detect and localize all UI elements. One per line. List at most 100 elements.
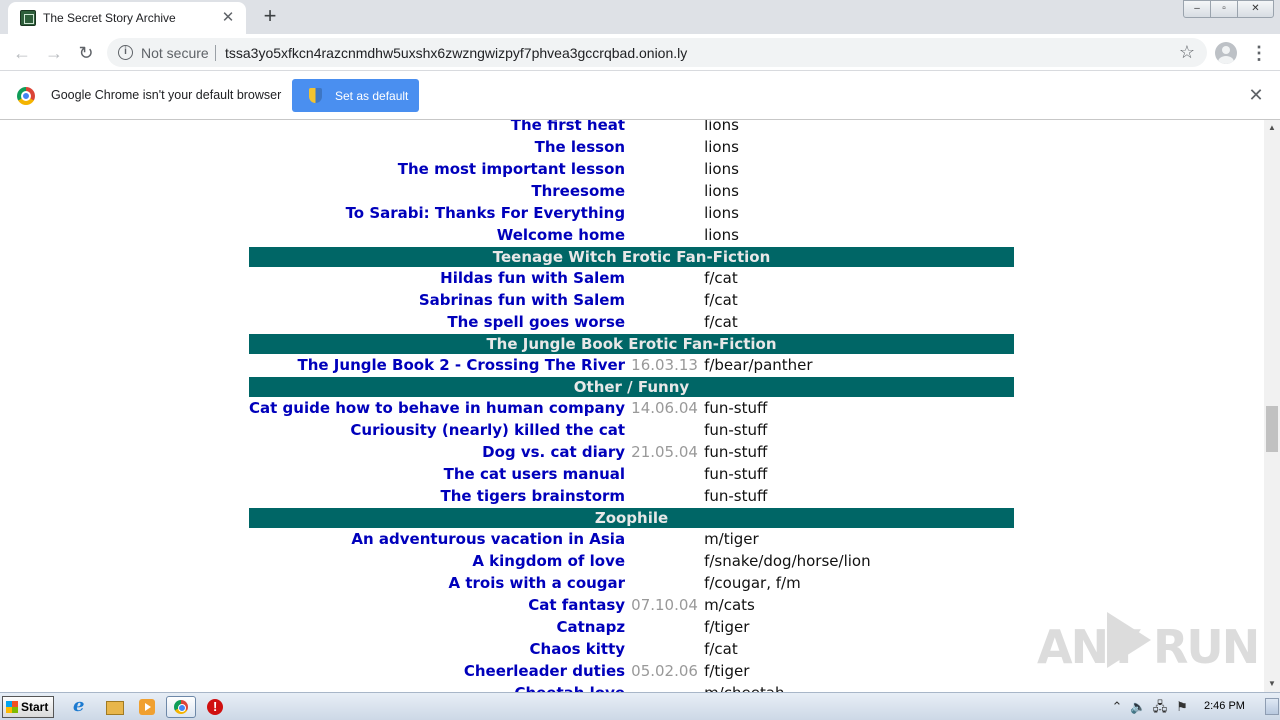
story-row: A trois with a cougar f/cougar, f/m (249, 572, 1014, 594)
story-row: Hildas fun with Salem f/cat (249, 267, 1014, 289)
story-title-link[interactable]: The spell goes worse (249, 311, 625, 334)
story-date: 14.06.04 (631, 399, 698, 417)
story-tags: lions (704, 182, 739, 200)
set-as-default-label: Set as default (335, 89, 409, 103)
story-row: Catnapz f/tiger (249, 616, 1014, 638)
story-tags: lions (704, 204, 739, 222)
network-icon[interactable]: 🖧 (1152, 699, 1168, 715)
story-title-link[interactable]: Welcome home (249, 224, 625, 247)
story-tags: lions (704, 160, 739, 178)
url-text[interactable]: tssa3yo5xfkcn4razcnmdhw5uxshx6zwzngwizpy… (225, 45, 687, 61)
address-bar[interactable]: i Not secure tssa3yo5xfkcn4razcnmdhw5uxs… (107, 38, 1207, 67)
story-title-link[interactable]: A trois with a cougar (249, 572, 626, 594)
story-title-link[interactable]: The tigers brainstorm (249, 485, 625, 508)
browser-tab[interactable]: The Secret Story Archive ✕ (8, 2, 246, 34)
story-date (625, 550, 704, 572)
security-status[interactable]: Not secure (141, 45, 209, 61)
story-title-link[interactable]: Sabrinas fun with Salem (249, 289, 625, 311)
story-date (625, 136, 704, 158)
story-title-link[interactable]: Cheetah love (249, 682, 625, 692)
reload-button[interactable]: ↻ (73, 40, 99, 66)
story-row: Welcome home lions (249, 224, 1014, 247)
scroll-up-arrow-icon[interactable]: ▲ (1264, 120, 1280, 136)
story-table: The first heat lions The lesson lions The mo… (249, 120, 1014, 692)
story-title-link[interactable]: To Sarabi: Thanks For Everything (249, 202, 626, 224)
story-date (625, 120, 704, 136)
story-title-link[interactable]: Curiousity (nearly) killed the cat (249, 419, 625, 441)
bookmark-star-icon[interactable]: ☆ (1179, 42, 1195, 63)
vertical-scrollbar[interactable]: ▲ ▼ (1264, 120, 1280, 692)
story-date (625, 158, 704, 180)
story-title-link[interactable]: A kingdom of love (249, 550, 625, 572)
new-tab-button[interactable]: + (258, 5, 282, 29)
tab-title: The Secret Story Archive (43, 11, 176, 25)
story-title-link[interactable]: The Jungle Book 2 - Crossing The River (249, 354, 626, 377)
story-title-link[interactable]: Chaos kitty (249, 638, 626, 660)
story-row: The most important lesson lions (249, 158, 1014, 180)
story-title-link[interactable]: Cat fantasy (249, 594, 625, 616)
story-title-link[interactable]: Catnapz (249, 616, 625, 638)
chrome-logo-icon (17, 87, 35, 105)
story-tags: f/tiger (704, 662, 750, 680)
story-title-link[interactable]: The lesson (249, 136, 625, 158)
story-title-link[interactable]: Dog vs. cat diary (249, 441, 625, 463)
stop-sign-icon[interactable] (204, 697, 226, 717)
story-date: 05.02.06 (631, 662, 698, 680)
infobar-close-icon[interactable]: ✕ (1247, 86, 1265, 104)
story-title-link[interactable]: Cat guide how to behave in human company (249, 397, 625, 419)
profile-avatar-icon[interactable] (1215, 42, 1237, 64)
story-tags: fun-stuff (704, 399, 768, 417)
story-date (625, 202, 704, 224)
story-tags: f/cat (704, 313, 738, 331)
story-title-link[interactable]: The most important lesson (249, 158, 625, 180)
tab-strip: The Secret Story Archive ✕ + ‒ ▫ ✕ (0, 0, 1280, 34)
window-minimize-button[interactable]: ‒ (1183, 0, 1211, 18)
story-title-link[interactable]: The cat users manual (249, 463, 625, 485)
story-title-link[interactable]: An adventurous vacation in Asia (249, 528, 625, 550)
chrome-taskbar-icon[interactable] (166, 696, 196, 718)
chrome-menu-icon[interactable]: ⋮ (1250, 41, 1268, 65)
story-tags: m/cats (704, 596, 755, 614)
story-tags: f/cat (704, 269, 738, 287)
volume-icon[interactable]: 🔈 (1130, 699, 1146, 715)
show-desktop-button[interactable] (1265, 698, 1279, 715)
story-title-link[interactable]: Hildas fun with Salem (249, 267, 625, 289)
story-date (625, 528, 704, 550)
forward-button[interactable]: → (41, 40, 67, 66)
story-date (625, 616, 704, 638)
story-date (625, 180, 704, 202)
story-row: The Jungle Book 2 - Crossing The River 16… (249, 354, 1014, 377)
start-label: Start (21, 700, 49, 714)
show-hidden-icons-icon[interactable]: ⌃ (1109, 699, 1125, 715)
window-close-button[interactable]: ✕ (1237, 0, 1274, 18)
start-button[interactable]: Start (2, 696, 54, 718)
story-tags: m/cheetah (704, 682, 1014, 692)
tray-clock[interactable]: 2:46 PM (1204, 700, 1245, 712)
story-row: Chaos kitty f/cat (249, 638, 1014, 660)
windows-logo-icon (6, 701, 18, 713)
scroll-down-arrow-icon[interactable]: ▼ (1264, 676, 1280, 692)
set-as-default-button[interactable]: Set as default (292, 79, 419, 112)
infobar-message: Google Chrome isn't your default browser (51, 88, 282, 102)
story-date (625, 289, 704, 311)
story-title-link[interactable]: The first heat (249, 120, 625, 136)
story-title-link[interactable]: Threesome (249, 180, 625, 202)
anyrun-watermark: ANY RUN (1037, 612, 1260, 674)
section-header-row: The Jungle Book Erotic Fan-Fiction (249, 333, 1014, 354)
window-restore-button[interactable]: ▫ (1210, 0, 1238, 18)
story-tags: f/bear/panther (704, 356, 813, 374)
action-center-flag-icon[interactable]: ⚑ (1174, 699, 1190, 715)
story-tags: fun-stuff (704, 421, 768, 439)
file-explorer-icon[interactable] (103, 697, 125, 717)
info-icon[interactable]: i (118, 45, 133, 60)
internet-explorer-icon[interactable] (70, 695, 92, 717)
media-player-icon[interactable] (136, 697, 158, 717)
story-tags: f/tiger (704, 618, 750, 636)
story-row: The spell goes worse f/cat (249, 311, 1014, 334)
scrollbar-thumb[interactable] (1266, 406, 1278, 452)
story-title-link[interactable]: Cheerleader duties (249, 660, 625, 682)
section-title: The Jungle Book Erotic Fan-Fiction (249, 333, 1014, 354)
story-row: Dog vs. cat diary 21.05.04 fun-stuff (249, 441, 1014, 463)
tab-close-icon[interactable]: ✕ (220, 10, 236, 26)
back-button[interactable]: ← (9, 40, 35, 66)
